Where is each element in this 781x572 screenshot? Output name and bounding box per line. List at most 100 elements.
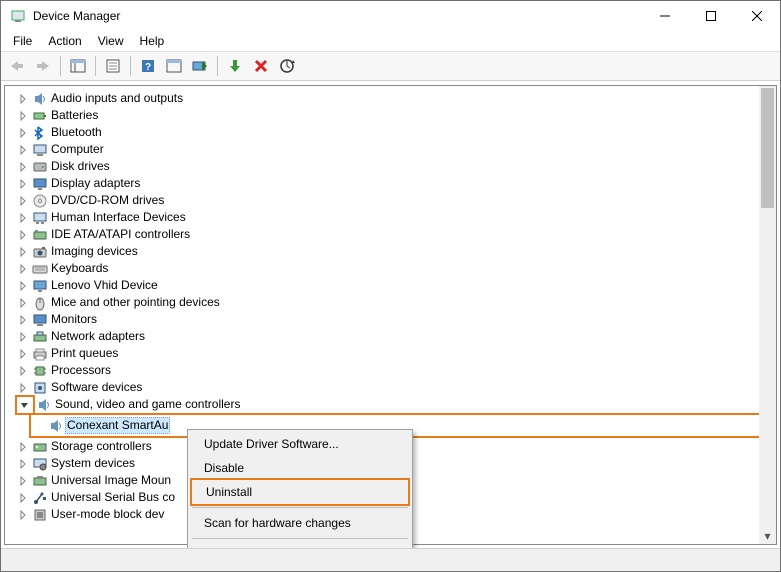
tree-item[interactable]: Print queues — [15, 345, 776, 362]
tree-item-label: Storage controllers — [49, 439, 154, 454]
ide-icon — [31, 227, 49, 243]
chevron-right-icon[interactable] — [15, 295, 31, 311]
menu-action[interactable]: Action — [42, 32, 87, 50]
tree-item[interactable]: Display adapters — [15, 175, 776, 192]
tree-item-label: Display adapters — [49, 176, 142, 191]
tree-item-label: Lenovo Vhid Device — [49, 278, 160, 293]
update-driver-button[interactable] — [188, 54, 212, 78]
storage-icon — [31, 439, 49, 455]
vertical-scrollbar[interactable]: ▴ ▾ — [759, 86, 776, 544]
context-menu-item[interactable]: Update Driver Software... — [190, 432, 410, 456]
tree-item[interactable]: Human Interface Devices — [15, 209, 776, 226]
chevron-right-icon[interactable] — [15, 380, 31, 396]
context-menu-item[interactable]: Disable — [190, 456, 410, 480]
bluetooth-icon — [31, 125, 49, 141]
tree-item[interactable]: Audio inputs and outputs — [15, 90, 776, 107]
chevron-right-icon[interactable] — [15, 142, 31, 158]
tree-item-label: Disk drives — [49, 159, 112, 174]
tree-item[interactable]: DVD/CD-ROM drives — [15, 192, 776, 209]
tree-item-label: Human Interface Devices — [49, 210, 188, 225]
chevron-right-icon[interactable] — [15, 363, 31, 379]
speaker-icon — [31, 91, 49, 107]
vhid-icon — [31, 278, 49, 294]
chevron-right-icon[interactable] — [15, 91, 31, 107]
chevron-right-icon[interactable] — [15, 159, 31, 175]
scroll-down-arrow[interactable]: ▾ — [759, 527, 776, 544]
menu-help[interactable]: Help — [134, 32, 171, 50]
system-icon — [31, 456, 49, 472]
chevron-right-icon[interactable] — [15, 227, 31, 243]
chevron-right-icon[interactable] — [15, 346, 31, 362]
menu-separator — [192, 538, 408, 539]
show-hide-tree-button[interactable] — [66, 54, 90, 78]
tree-item[interactable]: Imaging devices — [15, 243, 776, 260]
chevron-right-icon[interactable] — [15, 507, 31, 523]
tree-item-label: Bluetooth — [49, 125, 104, 140]
menu-view[interactable]: View — [92, 32, 130, 50]
chevron-right-icon[interactable] — [15, 439, 31, 455]
forward-button[interactable] — [31, 54, 55, 78]
action-button[interactable] — [162, 54, 186, 78]
tree-item[interactable]: Software devices — [15, 379, 776, 396]
tree-item[interactable]: Batteries — [15, 107, 776, 124]
tree-item[interactable]: Network adapters — [15, 328, 776, 345]
back-button[interactable] — [5, 54, 29, 78]
menu-file[interactable]: File — [7, 32, 38, 50]
chevron-right-icon[interactable] — [15, 473, 31, 489]
chevron-right-icon[interactable] — [15, 108, 31, 124]
tree-item[interactable]: Computer — [15, 141, 776, 158]
app-icon — [9, 8, 27, 24]
context-menu-item[interactable]: Properties — [190, 542, 410, 548]
uninstall-button[interactable] — [249, 54, 273, 78]
scan-hardware-button[interactable] — [275, 54, 299, 78]
block-icon — [31, 507, 49, 523]
usb-icon — [31, 490, 49, 506]
scroll-thumb[interactable] — [761, 88, 774, 208]
tree-item[interactable]: Monitors — [15, 311, 776, 328]
tree-item[interactable]: Lenovo Vhid Device — [15, 277, 776, 294]
tree-item[interactable]: Keyboards — [15, 260, 776, 277]
tree-item-label: Audio inputs and outputs — [49, 91, 185, 106]
tree-item-label: Conexant SmartAu — [65, 417, 170, 434]
chevron-right-icon[interactable] — [15, 312, 31, 328]
keyboard-icon — [31, 261, 49, 277]
chevron-right-icon[interactable] — [15, 210, 31, 226]
tree-item[interactable]: Mice and other pointing devices — [15, 294, 776, 311]
maximize-button[interactable] — [688, 1, 734, 31]
highlighted-menu-item: Uninstall — [190, 478, 410, 506]
chevron-right-icon[interactable] — [15, 176, 31, 192]
tree-item[interactable]: Processors — [15, 362, 776, 379]
chevron-down-icon[interactable] — [15, 395, 35, 415]
battery-icon — [31, 108, 49, 124]
chevron-right-icon[interactable] — [15, 490, 31, 506]
chevron-right-icon[interactable] — [15, 125, 31, 141]
enable-button[interactable] — [223, 54, 247, 78]
chevron-right-icon[interactable] — [15, 261, 31, 277]
tree-item-label: Imaging devices — [49, 244, 140, 259]
context-menu-item[interactable]: Uninstall — [192, 480, 408, 504]
context-menu: Update Driver Software...DisableUninstal… — [187, 429, 413, 548]
menu-separator — [192, 507, 408, 508]
minimize-button[interactable] — [642, 1, 688, 31]
context-menu-item[interactable]: Scan for hardware changes — [190, 511, 410, 535]
chevron-right-icon[interactable] — [15, 244, 31, 260]
svg-text:?: ? — [145, 62, 151, 73]
titlebar: Device Manager — [1, 1, 780, 31]
tree-item[interactable]: IDE ATA/ATAPI controllers — [15, 226, 776, 243]
properties-button[interactable] — [101, 54, 125, 78]
help-button[interactable]: ? — [136, 54, 160, 78]
chevron-right-icon[interactable] — [15, 193, 31, 209]
tree-item[interactable]: Bluetooth — [15, 124, 776, 141]
chevron-right-icon[interactable] — [15, 329, 31, 345]
tree-item[interactable]: Disk drives — [15, 158, 776, 175]
mouse-icon — [31, 295, 49, 311]
tree-item-label: Print queues — [49, 346, 120, 361]
chevron-right-icon[interactable] — [15, 278, 31, 294]
tree-item-label: Processors — [49, 363, 113, 378]
tree-item-label: Software devices — [49, 380, 144, 395]
tree-item[interactable]: Sound, video and game controllers — [15, 396, 776, 413]
cd-icon — [31, 193, 49, 209]
close-button[interactable] — [734, 1, 780, 31]
toolbar: ? — [1, 51, 780, 81]
chevron-right-icon[interactable] — [15, 456, 31, 472]
